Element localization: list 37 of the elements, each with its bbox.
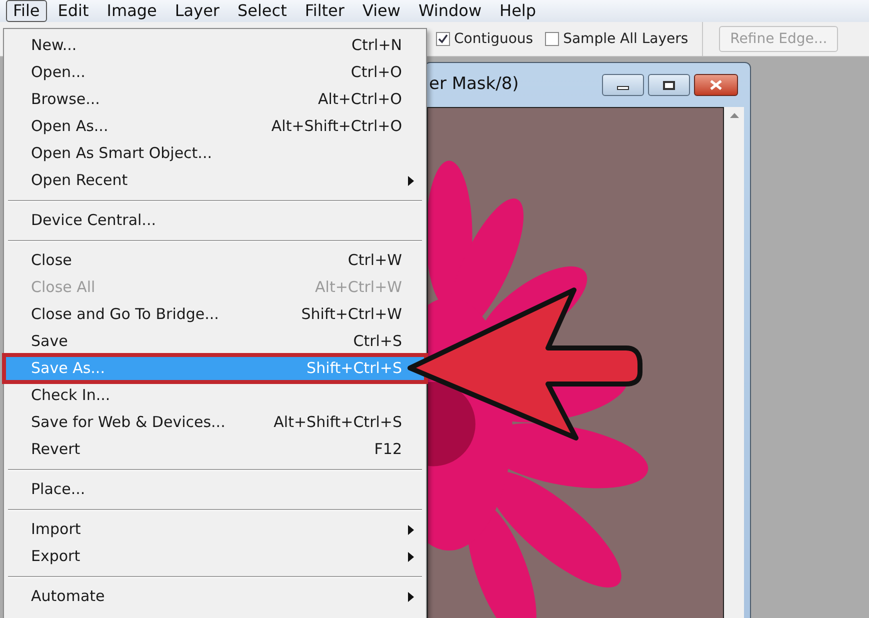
menu-item[interactable]: Browse... Alt+Ctrl+O xyxy=(4,86,426,113)
menu-bar-item[interactable]: Image xyxy=(100,0,164,22)
menu-bar-item[interactable]: File xyxy=(6,0,47,22)
restore-icon xyxy=(663,80,675,90)
menu-item[interactable]: Close and Go To Bridge... Shift+Ctrl+W xyxy=(4,301,426,328)
menu-item[interactable]: Close Ctrl+W xyxy=(4,247,426,274)
menu-bar-item[interactable]: View xyxy=(355,0,408,22)
menu-item[interactable]: Check In... xyxy=(4,382,426,409)
maximize-button[interactable] xyxy=(648,74,690,96)
menu-bar-item[interactable]: Help xyxy=(492,0,544,22)
menu-item[interactable]: Open As... Alt+Shift+Ctrl+O xyxy=(4,113,426,140)
menu-item[interactable]: Device Central... xyxy=(4,207,426,234)
minimize-icon xyxy=(617,86,629,90)
menu-item[interactable]: Save for Web & Devices... Alt+Shift+Ctrl+S xyxy=(4,409,426,436)
menu-item[interactable]: Place... xyxy=(4,476,426,503)
checkmark-icon xyxy=(438,34,448,44)
menu-bar-item[interactable]: Window xyxy=(411,0,489,22)
menu-item[interactable]: Open Recent xyxy=(4,167,426,194)
menu-item[interactable]: Revert F12 xyxy=(4,436,426,463)
menu-item[interactable]: Import xyxy=(4,516,426,543)
menu-bar-item[interactable]: Select xyxy=(230,0,294,22)
menu-bar-item[interactable]: Edit xyxy=(50,0,96,22)
menu-item[interactable]: New... Ctrl+N xyxy=(4,32,426,59)
menu-item[interactable]: Open As Smart Object... xyxy=(4,140,426,167)
menu-item[interactable]: Save Ctrl+S xyxy=(4,328,426,355)
close-button[interactable] xyxy=(694,74,738,96)
close-icon xyxy=(710,80,722,90)
menu-item[interactable]: Export xyxy=(4,543,426,570)
checkbox-option[interactable]: Contiguous xyxy=(436,28,534,50)
menu-bar-item[interactable]: Layer xyxy=(168,0,226,22)
document-title: er Mask/8) xyxy=(428,73,520,96)
checkbox-option[interactable]: Sample All Layers xyxy=(545,28,688,50)
menu-item[interactable]: Open... Ctrl+O xyxy=(4,59,426,86)
menu-bar-item[interactable]: Filter xyxy=(298,0,352,22)
minimize-button[interactable] xyxy=(602,74,644,96)
menu-item[interactable]: Automate xyxy=(4,583,426,610)
scroll-up-icon xyxy=(730,113,738,118)
